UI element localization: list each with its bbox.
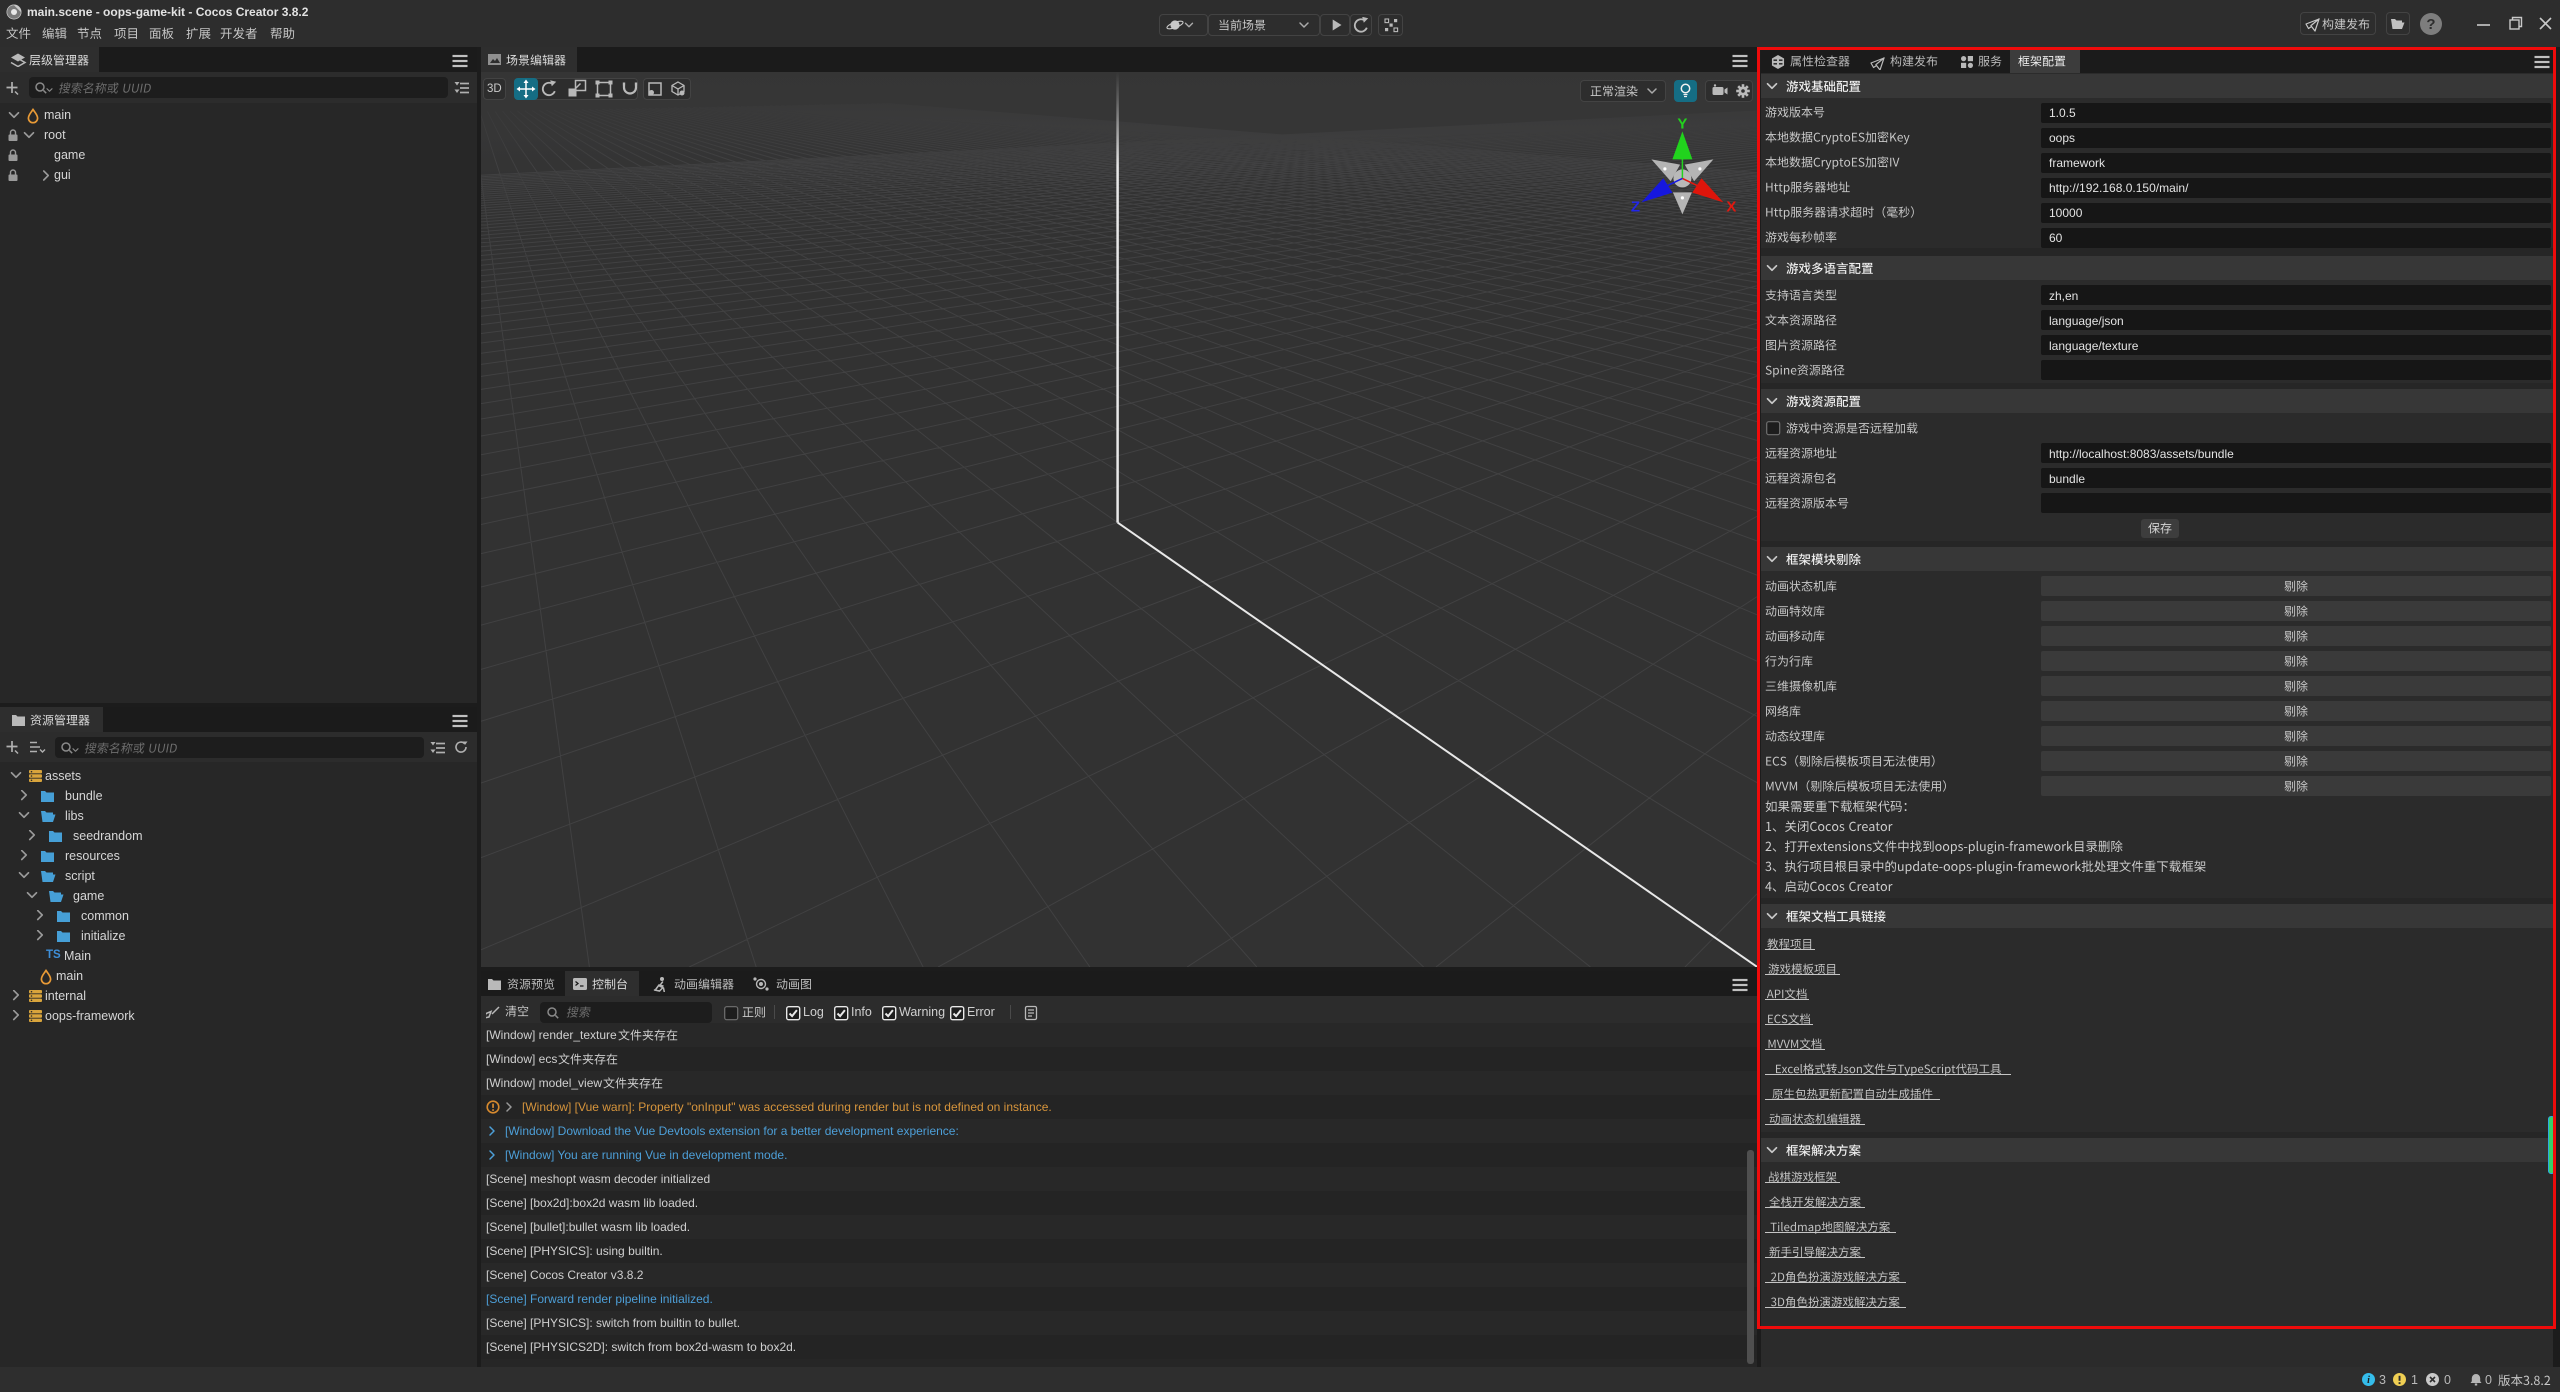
svg-text:X: X [1726,198,1736,215]
svg-text:Z: Z [1631,198,1640,215]
svg-text:?: ? [2426,16,2435,33]
svg-text:Y: Y [1677,115,1687,132]
svg-text:i: i [2367,1375,2370,1386]
